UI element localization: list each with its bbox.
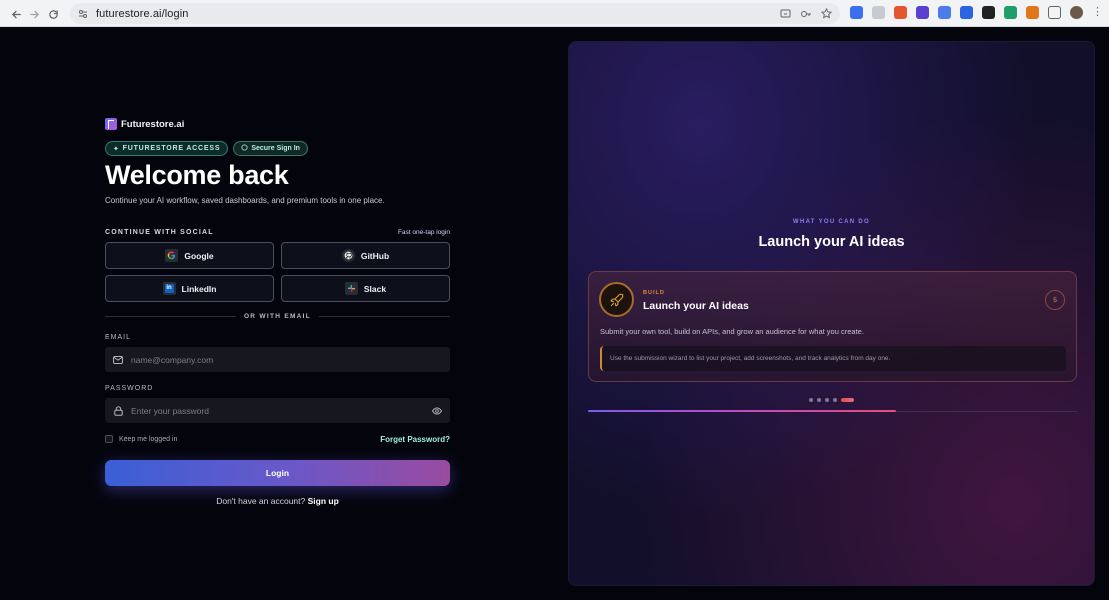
github-login-button[interactable]: GitHub [281, 242, 450, 269]
slack-icon [344, 282, 358, 295]
bookmark-star-icon[interactable] [820, 6, 833, 24]
email-field-wrapper [105, 347, 450, 372]
feature-card: BUILD Launch your AI ideas 5 Submit your… [588, 271, 1077, 382]
brand-name: Futurestore.ai [121, 118, 185, 130]
email-divider: OR WITH EMAIL [105, 313, 450, 320]
divider-line [105, 316, 236, 317]
signup-prompt: Don't have an account? [216, 496, 306, 506]
login-button[interactable]: Login [105, 460, 450, 486]
card-number-badge: 5 [1045, 290, 1065, 310]
password-field-wrapper [105, 398, 450, 423]
social-label: CONTINUE WITH SOCIAL [105, 229, 214, 236]
extensions-bar: ⋮ [850, 6, 1103, 19]
carousel-dot[interactable] [833, 398, 837, 402]
back-icon[interactable] [6, 4, 26, 24]
site-settings-icon[interactable] [76, 7, 90, 21]
metamask-icon[interactable] [1026, 6, 1039, 19]
password-key-icon[interactable] [800, 6, 812, 24]
social-buttons: Google GitHub in LinkedIn Slack [105, 242, 450, 302]
extension-icon[interactable] [982, 6, 995, 19]
url-text: futurestore.ai/login [96, 7, 189, 20]
card-eyebrow: BUILD [643, 290, 665, 296]
page-subtitle: Continue your AI workflow, saved dashboa… [105, 196, 385, 205]
cast-icon[interactable] [780, 6, 791, 24]
extensions-puzzle-icon[interactable] [1048, 6, 1061, 19]
carousel-dot[interactable] [841, 398, 854, 402]
mail-icon [113, 355, 123, 365]
extension-icon[interactable] [872, 6, 885, 19]
google-login-button[interactable]: Google [105, 242, 274, 269]
carousel-dot[interactable] [825, 398, 829, 402]
fast-login-note: Fast one-tap login [397, 229, 450, 236]
google-login-label: Google [184, 250, 214, 261]
card-tip: Use the submission wizard to list your p… [600, 346, 1066, 371]
secure-badge-label: Secure Sign In [251, 145, 300, 152]
showcase-eyebrow: WHAT YOU CAN DO [793, 219, 870, 225]
divider-line [319, 316, 450, 317]
password-input[interactable] [131, 405, 424, 416]
extension-icon[interactable] [916, 6, 929, 19]
google-icon [165, 249, 179, 262]
show-password-eye-icon[interactable] [432, 406, 442, 416]
menu-kebab-icon[interactable]: ⋮ [1092, 7, 1103, 18]
remember-checkbox[interactable] [105, 435, 113, 443]
login-page: Futurestore.ai ✦ FUTURESTORE ACCESS Secu… [0, 28, 1109, 600]
address-bar[interactable]: futurestore.ai/login [70, 3, 840, 24]
carousel-dot[interactable] [817, 398, 821, 402]
reload-icon[interactable] [43, 4, 63, 24]
card-title: Launch your AI ideas [643, 300, 749, 312]
sparkle-icon: ✦ [113, 145, 120, 153]
remember-label: Keep me logged in [119, 435, 178, 443]
signup-link[interactable]: Sign up [308, 496, 339, 506]
carousel-dot[interactable] [809, 398, 813, 402]
showcase-title: Launch your AI ideas [758, 234, 905, 250]
email-label: EMAIL [105, 334, 132, 341]
slack-login-label: Slack [363, 283, 387, 294]
access-badge-label: FUTURESTORE ACCESS [122, 145, 221, 152]
badges: ✦ FUTURESTORE ACCESS Secure Sign In [105, 141, 308, 156]
extension-icon[interactable] [850, 6, 863, 19]
showcase-panel: WHAT YOU CAN DO Launch your AI ideas BUI… [568, 41, 1095, 586]
profile-avatar[interactable] [1070, 6, 1083, 19]
browser-toolbar: futurestore.ai/login ⋮ [0, 0, 1109, 27]
social-header: CONTINUE WITH SOCIAL Fast one-tap login [105, 229, 450, 236]
forward-icon[interactable] [24, 4, 44, 24]
card-description: Submit your own tool, build on APIs, and… [600, 327, 864, 336]
extension-icon[interactable] [1004, 6, 1017, 19]
linkedin-icon: in [162, 282, 176, 295]
email-input[interactable] [131, 354, 442, 365]
extension-icon[interactable] [894, 6, 907, 19]
extension-icon[interactable] [938, 6, 951, 19]
linkedin-login-label: LinkedIn [181, 283, 217, 294]
signup-row: Don't have an account? Sign up [105, 496, 450, 506]
secure-badge: Secure Sign In [233, 141, 308, 156]
carousel-dots [809, 398, 854, 402]
linkedin-login-button[interactable]: in LinkedIn [105, 275, 274, 302]
brand[interactable]: Futurestore.ai [105, 118, 184, 130]
extension-icon[interactable] [960, 6, 973, 19]
rocket-icon [599, 282, 634, 317]
divider-text: OR WITH EMAIL [243, 313, 312, 320]
password-label: PASSWORD [105, 385, 154, 392]
slack-login-button[interactable]: Slack [281, 275, 450, 302]
shield-icon [241, 144, 248, 153]
remember-me[interactable]: Keep me logged in [105, 435, 177, 443]
page-title: Welcome back [105, 160, 289, 190]
lock-icon [113, 405, 123, 416]
brand-logo-icon [105, 118, 117, 130]
forgot-password-link[interactable]: Forget Password? [380, 435, 450, 444]
access-badge: ✦ FUTURESTORE ACCESS [105, 141, 229, 156]
carousel-progress-fill [588, 410, 897, 412]
github-icon [341, 249, 355, 262]
github-login-label: GitHub [360, 250, 390, 261]
